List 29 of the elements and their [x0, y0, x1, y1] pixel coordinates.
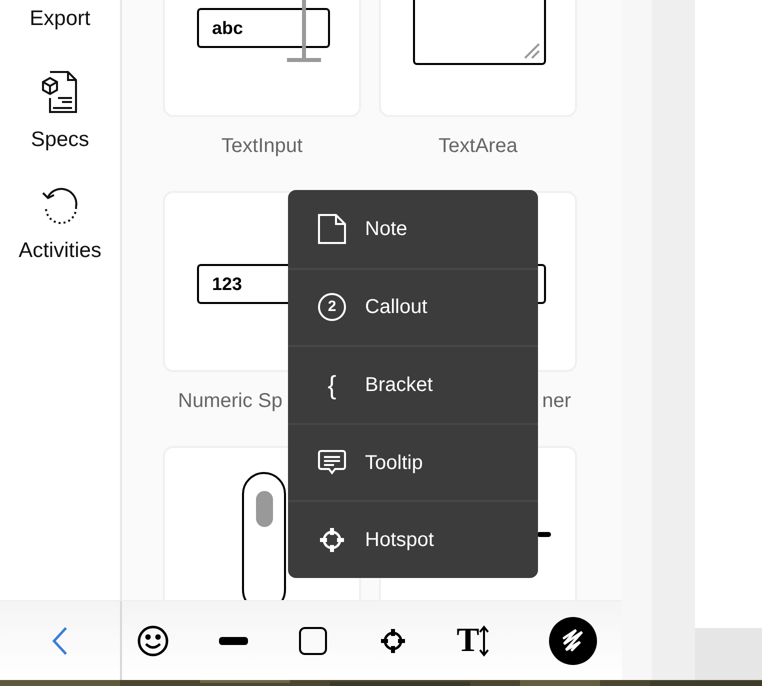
tool-button[interactable]: T [449, 616, 497, 664]
component-label: ner [542, 389, 571, 414]
dash-mark [537, 532, 551, 537]
menu-item[interactable]: Tooltip [288, 422, 538, 500]
smiley-icon [137, 624, 169, 656]
line-icon [218, 636, 248, 644]
text-cursor-icon [286, 0, 322, 62]
scribble-icon [560, 628, 586, 654]
sidebar-label[interactable]: Export [30, 6, 90, 32]
sidebar-label[interactable]: Specs [30, 127, 90, 153]
crosshair-icon [380, 628, 406, 654]
component-label: Numeric Sp [178, 389, 282, 414]
menu-item[interactable]: { Bracket [288, 345, 538, 423]
speech-bubble-icon [317, 448, 347, 477]
resize-grip-icon [523, 42, 541, 60]
square-icon [299, 626, 327, 654]
sidebar-label[interactable]: Activities [18, 238, 102, 264]
tool-button[interactable] [549, 616, 597, 664]
chevron-left-icon [51, 626, 69, 656]
brace-icon: { [320, 372, 344, 398]
history-icon [40, 185, 80, 225]
component-label: TextInput [221, 134, 303, 159]
text-input-field: abc [197, 8, 330, 48]
component-label: TextArea [438, 134, 518, 159]
crosshair-icon [319, 527, 345, 554]
component-card[interactable]: abc [163, 0, 361, 117]
menu-item[interactable]: 2 Callout [288, 268, 538, 346]
page-icon [317, 212, 347, 245]
menu-item[interactable]: Hotspot [288, 500, 538, 578]
